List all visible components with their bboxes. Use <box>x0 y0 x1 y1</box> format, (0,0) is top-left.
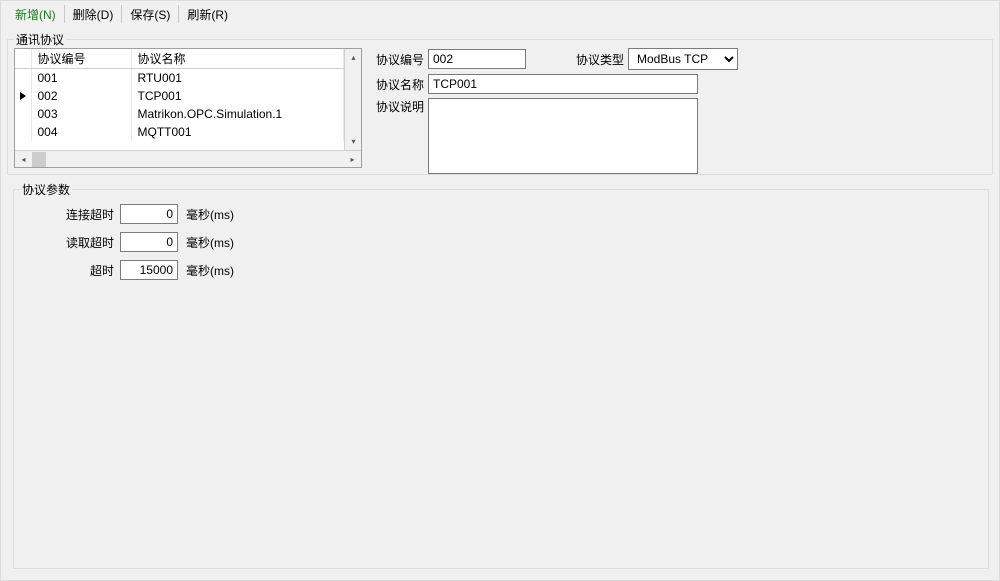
params-form: 连接超时 毫秒(ms) 读取超时 毫秒(ms) 超时 毫秒(ms) <box>14 190 988 302</box>
row-indicator <box>15 105 31 123</box>
label-read-timeout: 读取超时 <box>22 234 114 251</box>
label-protocol-desc: 协议说明 <box>370 98 424 115</box>
cell-protocol-name[interactable]: Matrikon.OPC.Simulation.1 <box>131 105 344 123</box>
grid-col-name[interactable]: 协议名称 <box>131 49 344 69</box>
table-row[interactable]: 003Matrikon.OPC.Simulation.1 <box>15 105 344 123</box>
timeout-input[interactable] <box>120 260 178 280</box>
protocols-group: 通讯协议 协议编号 协议名称 001RTU001002TCP001003Matr… <box>7 39 993 175</box>
delete-button[interactable]: 删除(D) <box>65 5 123 23</box>
unit-ms-2: 毫秒(ms) <box>186 234 234 251</box>
table-row[interactable]: 001RTU001 <box>15 69 344 87</box>
protocol-name-input[interactable] <box>428 74 698 94</box>
unit-ms-1: 毫秒(ms) <box>186 206 234 223</box>
label-protocol-name: 协议名称 <box>370 76 424 93</box>
unit-ms-3: 毫秒(ms) <box>186 262 234 279</box>
protocols-group-title: 通讯协议 <box>14 31 66 48</box>
read-timeout-input[interactable] <box>120 232 178 252</box>
table-row[interactable]: 002TCP001 <box>15 87 344 105</box>
scroll-up-icon[interactable]: ▴ <box>345 49 361 66</box>
row-indicator <box>15 123 31 141</box>
toolbar: 新增(N) 删除(D) 保存(S) 刷新(R) <box>1 1 999 25</box>
save-button[interactable]: 保存(S) <box>122 5 179 23</box>
params-group-title: 协议参数 <box>20 181 72 198</box>
cell-protocol-name[interactable]: MQTT001 <box>131 123 344 141</box>
protocol-type-select[interactable]: ModBus TCP <box>628 48 738 70</box>
app-window: 新增(N) 删除(D) 保存(S) 刷新(R) 通讯协议 协议编号 协议名称 <box>0 0 1000 581</box>
label-connect-timeout: 连接超时 <box>22 206 114 223</box>
refresh-button[interactable]: 刷新(R) <box>179 5 236 23</box>
cell-protocol-name[interactable]: RTU001 <box>131 69 344 87</box>
label-protocol-type: 协议类型 <box>564 51 624 68</box>
cell-protocol-name[interactable]: TCP001 <box>131 87 344 105</box>
label-timeout: 超时 <box>22 262 114 279</box>
new-button[interactable]: 新增(N) <box>7 5 65 23</box>
table-row[interactable]: 004MQTT001 <box>15 123 344 141</box>
row-indicator <box>15 87 31 105</box>
protocol-form: 协议编号 协议类型 ModBus TCP 协议名称 协议说明 <box>370 48 984 178</box>
connect-timeout-input[interactable] <box>120 204 178 224</box>
cell-protocol-id[interactable]: 004 <box>31 123 131 141</box>
row-indicator <box>15 69 31 87</box>
scroll-left-icon[interactable]: ◂ <box>15 151 32 168</box>
protocol-id-input[interactable] <box>428 49 526 69</box>
grid-rowheader-blank <box>15 49 31 69</box>
cell-protocol-id[interactable]: 003 <box>31 105 131 123</box>
grid-vertical-scrollbar[interactable]: ▴ ▾ <box>344 49 361 150</box>
scroll-thumb[interactable] <box>32 152 46 167</box>
scroll-right-icon[interactable]: ▸ <box>344 151 361 168</box>
cell-protocol-id[interactable]: 002 <box>31 87 131 105</box>
protocol-grid[interactable]: 协议编号 协议名称 001RTU001002TCP001003Matrikon.… <box>14 48 362 168</box>
grid-horizontal-scrollbar[interactable]: ◂ ▸ <box>15 150 361 167</box>
params-group: 协议参数 连接超时 毫秒(ms) 读取超时 毫秒(ms) 超时 毫秒(ms) <box>13 189 989 569</box>
label-protocol-id: 协议编号 <box>370 51 424 68</box>
grid-col-id[interactable]: 协议编号 <box>31 49 131 69</box>
scroll-down-icon[interactable]: ▾ <box>345 133 361 150</box>
cell-protocol-id[interactable]: 001 <box>31 69 131 87</box>
protocol-desc-textarea[interactable] <box>428 98 698 174</box>
current-row-icon <box>20 92 26 100</box>
